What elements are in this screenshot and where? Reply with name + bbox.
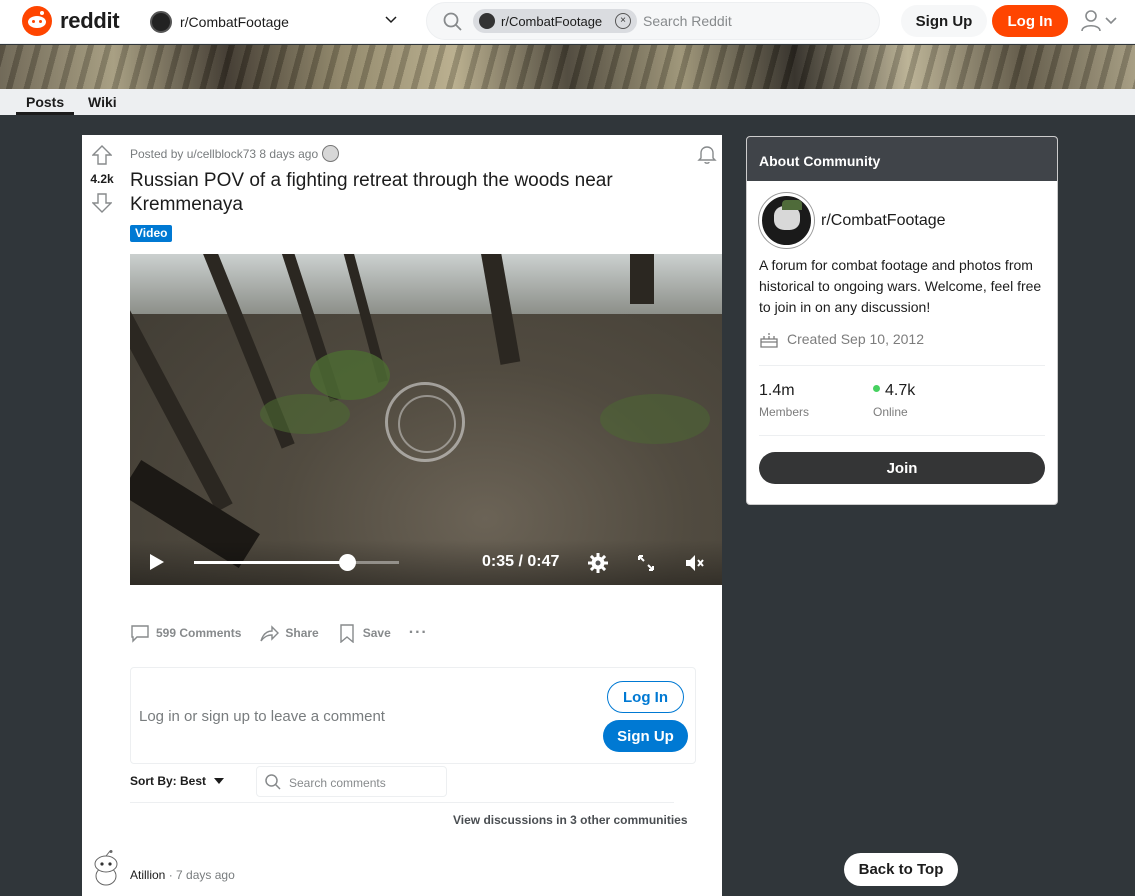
save-label: Save xyxy=(362,626,391,640)
video-frame-bush xyxy=(600,394,710,444)
logo-eye xyxy=(39,20,42,23)
online-dot-icon xyxy=(873,385,880,393)
post-title[interactable]: Russian POV of a fighting retreat throug… xyxy=(130,169,690,217)
user-menu-icon[interactable] xyxy=(1080,9,1120,33)
community-description: A forum for combat footage and photos fr… xyxy=(759,257,1042,315)
community-avatar[interactable] xyxy=(759,193,814,248)
post-card: 4.2k Posted by u/cellblock73 8 days ago … xyxy=(82,135,722,896)
chevron-down-icon xyxy=(385,16,397,24)
video-frame-tree xyxy=(630,254,654,304)
video-scrubber[interactable] xyxy=(194,554,399,571)
search-scope-chip[interactable]: r/CombatFootage × xyxy=(473,9,637,33)
logo-eye xyxy=(32,20,35,23)
community-banner xyxy=(0,45,1135,89)
more-options-icon[interactable]: ··· xyxy=(409,624,428,642)
view-other-discussions-link[interactable]: View discussions in 3 other communities xyxy=(453,813,688,827)
video-controls: 0:35 / 0:47 xyxy=(130,540,722,585)
divider xyxy=(759,365,1045,366)
video-time: 0:35 / 0:47 xyxy=(482,553,560,570)
bookmark-icon xyxy=(340,624,354,643)
post-actions: 599 Comments Share Save ··· xyxy=(130,622,428,644)
login-button[interactable]: Log In xyxy=(992,5,1068,37)
search-bar[interactable]: r/CombatFootage × Search Reddit xyxy=(426,2,880,40)
reddit-logo-icon[interactable] xyxy=(22,6,52,36)
join-button[interactable]: Join xyxy=(759,452,1045,484)
comment-login-text: Log in or sign up to leave a comment xyxy=(139,708,385,725)
community-avatar xyxy=(150,11,172,33)
comment-signup-button[interactable]: Sign Up xyxy=(603,720,688,752)
community-switcher-label: r/CombatFootage xyxy=(180,14,289,30)
close-icon[interactable]: × xyxy=(615,13,631,29)
caret-down-icon xyxy=(214,778,225,784)
award-icon xyxy=(322,145,340,162)
divider xyxy=(759,435,1045,436)
community-tabs: Posts Wiki xyxy=(0,89,1135,115)
logo-face xyxy=(28,16,46,28)
comment-search-input[interactable]: Search comments xyxy=(256,766,447,797)
comment-login-prompt: Log in or sign up to leave a comment Log… xyxy=(130,667,696,764)
share-button[interactable]: Share xyxy=(259,623,319,643)
comment-search-placeholder: Search comments xyxy=(289,776,386,790)
scrubber-handle[interactable] xyxy=(338,554,356,571)
community-created: Created Sep 10, 2012 xyxy=(759,329,924,349)
fullscreen-icon[interactable] xyxy=(635,552,657,574)
post-meta-text: Posted by u/cellblock73 8 days ago xyxy=(130,146,319,161)
search-icon xyxy=(443,12,462,31)
created-date: Created Sep 10, 2012 xyxy=(787,331,924,347)
community-name[interactable]: r/CombatFootage xyxy=(821,212,946,230)
chip-community-avatar xyxy=(479,13,495,29)
comment-time: · 7 days ago xyxy=(168,868,235,882)
share-icon xyxy=(260,625,280,642)
comment-login-button[interactable]: Log In xyxy=(607,681,684,713)
sort-label: Sort By: Best xyxy=(130,774,207,788)
top-nav: reddit r/CombatFootage r/CombatFootage ×… xyxy=(0,0,1135,44)
members-label: Members xyxy=(759,405,810,419)
video-watermark-logo xyxy=(385,382,465,462)
tab-wiki[interactable]: Wiki xyxy=(88,94,117,110)
comment-author-avatar[interactable] xyxy=(92,850,120,886)
video-frame-bush xyxy=(260,394,350,434)
divider xyxy=(130,802,674,803)
about-community-card: About Community r/CombatFootage A forum … xyxy=(746,136,1058,505)
about-community-heading: About Community xyxy=(747,137,1057,181)
online-count-wrap: 4.7k xyxy=(873,382,915,400)
post-meta: Posted by u/cellblock73 8 days ago xyxy=(130,145,340,162)
comments-count: 599 Comments xyxy=(156,626,242,640)
comment-author-line: Atillion · 7 days ago xyxy=(130,868,235,882)
cake-icon xyxy=(760,333,778,348)
post-flair[interactable]: Video xyxy=(130,225,173,242)
save-button[interactable]: Save xyxy=(337,623,391,643)
comments-button[interactable]: 599 Comments xyxy=(130,623,241,643)
scrubber-progress xyxy=(194,561,347,564)
comment-icon xyxy=(131,625,149,643)
play-icon[interactable] xyxy=(150,554,164,570)
gear-icon[interactable] xyxy=(587,552,609,574)
signup-button[interactable]: Sign Up xyxy=(901,5,987,37)
mute-icon[interactable] xyxy=(683,552,705,574)
community-switcher[interactable]: r/CombatFootage xyxy=(148,7,403,37)
share-label: Share xyxy=(285,626,319,640)
logo-antenna xyxy=(40,11,44,15)
downvote-icon[interactable] xyxy=(92,193,112,213)
back-to-top-button[interactable]: Back to Top xyxy=(844,853,958,886)
reddit-wordmark[interactable]: reddit xyxy=(60,8,120,34)
bell-icon[interactable] xyxy=(696,143,718,165)
sort-dropdown[interactable]: Sort By: Best xyxy=(130,774,225,788)
active-tab-indicator xyxy=(16,112,74,115)
online-label: Online xyxy=(873,405,908,419)
video-player[interactable]: 0:35 / 0:47 xyxy=(130,254,722,585)
upvote-icon[interactable] xyxy=(92,145,112,165)
vote-count: 4.2k xyxy=(90,172,114,186)
search-input[interactable]: Search Reddit xyxy=(643,13,732,29)
members-count: 1.4m xyxy=(759,382,795,399)
search-scope-label: r/CombatFootage xyxy=(501,13,603,29)
tab-posts[interactable]: Posts xyxy=(26,94,64,110)
video-frame-bush xyxy=(310,350,390,400)
search-icon xyxy=(265,774,281,790)
comment-author[interactable]: Atillion xyxy=(130,868,165,882)
online-count: 4.7k xyxy=(885,382,916,399)
